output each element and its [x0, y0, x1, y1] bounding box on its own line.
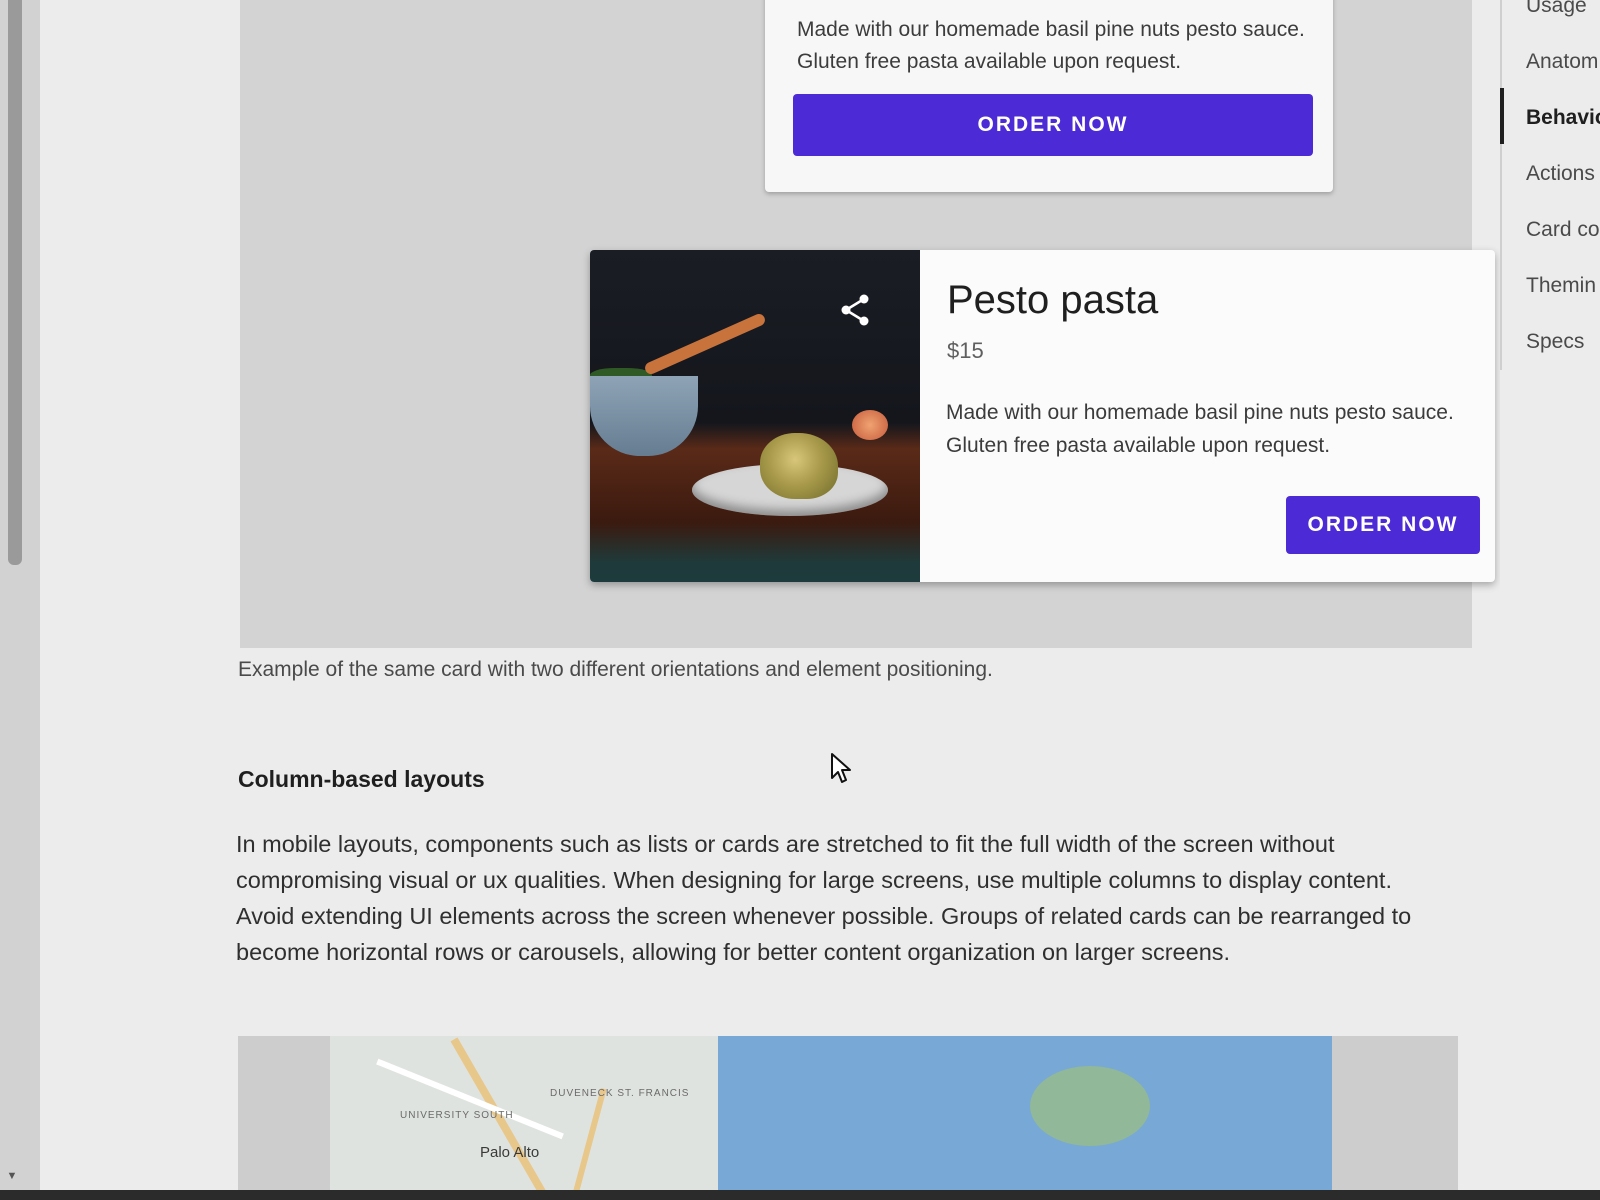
- toc-item-specs[interactable]: Specs: [1526, 330, 1584, 354]
- toc-track: [1500, 0, 1502, 370]
- left-scrollbar[interactable]: ▼: [0, 0, 40, 1200]
- photo-spoon: [643, 312, 767, 376]
- map-road: [559, 1087, 607, 1200]
- order-now-button[interactable]: ORDER NOW: [1286, 496, 1480, 554]
- toc-item-actions[interactable]: Actions: [1526, 162, 1595, 186]
- photo-fruit: [852, 410, 888, 440]
- section-body: In mobile layouts, components such as li…: [236, 831, 1412, 965]
- card-example-container: Made with our homemade basil pine nuts p…: [240, 0, 1495, 648]
- vertical-card: Made with our homemade basil pine nuts p…: [765, 0, 1333, 192]
- card-title: Pesto pasta: [947, 278, 1159, 322]
- screen: ▼ Made with our homemade basil pine nuts…: [0, 0, 1600, 1200]
- table-of-contents: Usage Anatom Behavio Actions Card co The…: [1500, 0, 1600, 1200]
- photo-bowl: [590, 376, 698, 456]
- toc-item-card-collections[interactable]: Card co: [1526, 218, 1600, 242]
- vertical-card-order-button[interactable]: ORDER NOW: [793, 94, 1313, 156]
- toc-item-anatomy[interactable]: Anatom: [1526, 50, 1598, 74]
- photo-pasta: [760, 433, 838, 499]
- map-label-university-south: UNIVERSITY SOUTH: [400, 1110, 514, 1121]
- map-label-duveneck: DUVENECK ST. FRANCIS: [550, 1088, 690, 1099]
- scroll-down-icon[interactable]: ▼: [2, 1170, 22, 1184]
- toc-item-theming[interactable]: Themin: [1526, 274, 1596, 298]
- figure-caption: Example of the same card with two differ…: [238, 658, 993, 681]
- map-example-container: UNIVERSITY SOUTH DUVENECK ST. FRANCIS Pa…: [238, 1036, 1458, 1200]
- toc-active-indicator: [1500, 88, 1504, 144]
- share-icon[interactable]: [838, 292, 874, 328]
- toc-item-behavior[interactable]: Behavio: [1526, 106, 1600, 130]
- card-price: $15: [947, 338, 984, 363]
- section-heading: Column-based layouts: [238, 766, 485, 792]
- main-content: Made with our homemade basil pine nuts p…: [40, 0, 1500, 1200]
- toc-item-usage[interactable]: Usage: [1526, 0, 1587, 18]
- horizontal-card: Pesto pasta $15 Made with our homemade b…: [590, 250, 1495, 582]
- mouse-cursor-icon: [831, 753, 851, 783]
- map-label-palo-alto: Palo Alto: [480, 1144, 540, 1161]
- card-description: Made with our homemade basil pine nuts p…: [946, 401, 1454, 457]
- map-marsh: [1030, 1066, 1150, 1146]
- vertical-card-description: Made with our homemade basil pine nuts p…: [797, 18, 1305, 73]
- scrollbar-thumb[interactable]: [8, 0, 22, 565]
- bottom-taskbar: [0, 1190, 1600, 1200]
- map-water: [718, 1036, 1332, 1200]
- map-image: UNIVERSITY SOUTH DUVENECK ST. FRANCIS Pa…: [330, 1036, 1332, 1200]
- pasta-photo: [590, 250, 920, 582]
